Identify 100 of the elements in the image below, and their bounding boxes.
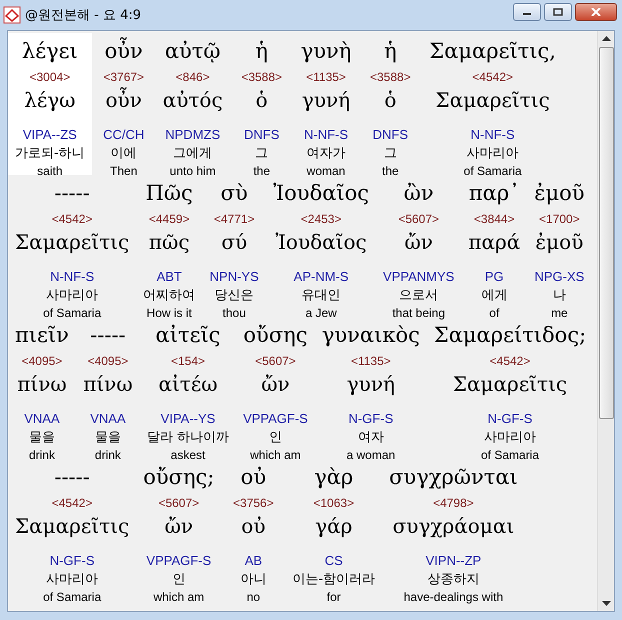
korean-gloss: 인 — [172, 571, 186, 589]
lemma-word: αἰτέω — [158, 371, 218, 398]
strong-number: <154> — [170, 353, 206, 369]
strong-number: <3756> — [233, 495, 274, 511]
greek-word: ----- — [90, 322, 126, 349]
parsing-code: N-NF-S — [470, 126, 515, 144]
lemma-word: Σαμαρεῖτις — [436, 87, 550, 114]
parsing-code: N-GF-S — [488, 410, 532, 428]
window-title: @원전본해 - 요 4:9 — [25, 7, 142, 24]
lemma-word: πίνω — [83, 371, 133, 398]
greek-word: ἡ — [384, 38, 397, 65]
greek-word: σὺ — [220, 180, 248, 207]
korean-gloss: 그에게 — [173, 145, 212, 163]
parsing-code: VIPN--ZP — [426, 552, 482, 570]
korean-gloss: 그 — [255, 145, 268, 163]
lemma-word: πῶς — [148, 229, 190, 256]
korean-gloss: 나 — [552, 287, 566, 305]
close-icon — [591, 8, 601, 16]
lemma-word: σύ — [221, 229, 248, 256]
strong-number: <1700> — [539, 211, 580, 227]
greek-word: οὐ — [240, 464, 266, 491]
strong-number: <846> — [176, 69, 210, 85]
close-button[interactable] — [575, 3, 617, 21]
strong-number: <4542> — [490, 353, 530, 369]
korean-gloss: 유대인 — [302, 287, 341, 305]
lemma-word: οὖν — [106, 86, 142, 114]
parsing-code: CC/CH — [103, 126, 144, 144]
strong-number: <3767> — [103, 69, 144, 85]
greek-word: Ἰουδαῖος — [273, 180, 370, 207]
greek-word: αὐτῷ — [164, 38, 221, 65]
greek-word: ὢν — [404, 180, 434, 207]
korean-gloss: 인 — [268, 429, 282, 447]
korean-gloss: 으로서 — [399, 287, 438, 305]
strong-number: <4459> — [148, 211, 190, 227]
scrollbar-thumb[interactable] — [598, 47, 614, 419]
greek-word: γυνὴ — [300, 38, 352, 65]
korean-gloss: 사마리아 — [466, 145, 519, 163]
greek-word: οὖν — [104, 36, 143, 65]
korean-gloss: 이에 — [110, 145, 137, 163]
maximize-button[interactable] — [544, 3, 572, 21]
korean-gloss: 사마리아 — [46, 571, 98, 589]
strong-number: <3844> — [474, 211, 515, 227]
greek-word: λέγει — [22, 38, 78, 65]
strong-number: <1135> — [350, 353, 391, 369]
lemma-word: αὐτός — [162, 87, 223, 114]
scrollbar[interactable] — [597, 31, 614, 611]
parsing-code: CS — [324, 552, 343, 570]
strong-number: <1063> — [313, 495, 354, 511]
strong-number: <1135> — [306, 69, 346, 85]
lemma-word: παρά — [468, 229, 520, 256]
korean-gloss: 상종하지 — [427, 571, 480, 589]
lemma-word: ὁ — [256, 87, 268, 114]
lemma-word: Σαμαρεῖτις — [15, 513, 130, 540]
greek-word: οὔσης; — [143, 464, 214, 491]
parsing-code: N-GF-S — [50, 552, 94, 570]
korean-gloss: 가로되-하니 — [15, 145, 85, 163]
korean-gloss: 사마리아 — [46, 287, 98, 305]
word-column[interactable]: λέγει <3004> λέγω VIPA--ZS 가로되-하니 saith — [8, 33, 92, 175]
lemma-word: ὤν — [404, 229, 433, 256]
lemma-word: Σαμαρεῖτις — [15, 229, 130, 256]
up-arrow-icon[interactable] — [602, 36, 610, 41]
maximize-icon — [553, 8, 563, 16]
strong-number: <4542> — [52, 495, 92, 511]
lemma-word: πίνω — [17, 371, 67, 398]
strong-number: <3588> — [370, 69, 411, 85]
greek-word: γὰρ — [314, 464, 354, 491]
minimize-button[interactable] — [513, 3, 541, 21]
book-icon — [3, 6, 21, 24]
strong-number: <4542> — [472, 69, 514, 85]
korean-gloss: 여자가 — [306, 145, 346, 163]
korean-gloss: 물을 — [94, 429, 121, 447]
parsing-code: AB — [244, 552, 262, 570]
strong-number: <4095> — [22, 353, 62, 369]
korean-gloss: 그 — [384, 145, 397, 163]
parsing-code: N-NF-S — [50, 268, 94, 286]
strong-number: <5607> — [158, 495, 200, 511]
greek-word: παρ᾽ — [468, 180, 520, 207]
strong-number: <2453> — [300, 211, 342, 227]
korean-gloss: 어찌하여 — [143, 287, 196, 305]
down-arrow-icon[interactable] — [602, 601, 610, 606]
lemma-word: λέγω — [24, 87, 76, 114]
greek-word: ἐμοῦ — [534, 180, 585, 207]
parsing-code: VIPA--ZS — [22, 126, 77, 144]
strong-number: <4095> — [88, 353, 128, 369]
parsing-code: N-GF-S — [348, 410, 394, 428]
parsing-code: N-NF-S — [304, 126, 348, 144]
greek-word: ----- — [54, 464, 90, 491]
greek-word: Σαμαρείτιδος; — [434, 322, 586, 349]
korean-gloss: 여자 — [358, 429, 384, 447]
korean-gloss: 물을 — [28, 429, 55, 447]
greek-word: οὔσης — [243, 322, 308, 349]
strong-number: <5607> — [255, 353, 296, 369]
parsing-code: VPPAGF-S — [243, 410, 308, 428]
lemma-word: γάρ — [315, 513, 352, 540]
parsing-code: AP-NM-S — [294, 268, 349, 286]
korean-gloss: 에게 — [481, 287, 508, 305]
korean-gloss: 당신은 — [214, 287, 254, 305]
greek-word: ----- — [54, 180, 90, 207]
lemma-word: γυνή — [302, 87, 350, 114]
korean-gloss: 달라 하나이까 — [146, 429, 230, 447]
